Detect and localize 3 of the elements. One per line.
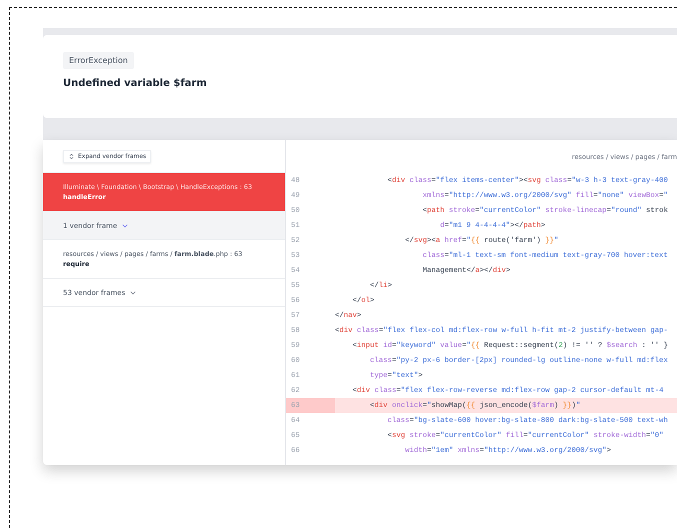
chevrons-up-down-icon: [68, 153, 75, 160]
exception-type-badge: ErrorException: [63, 52, 134, 69]
error-message: Undefined variable $farm: [63, 78, 207, 89]
